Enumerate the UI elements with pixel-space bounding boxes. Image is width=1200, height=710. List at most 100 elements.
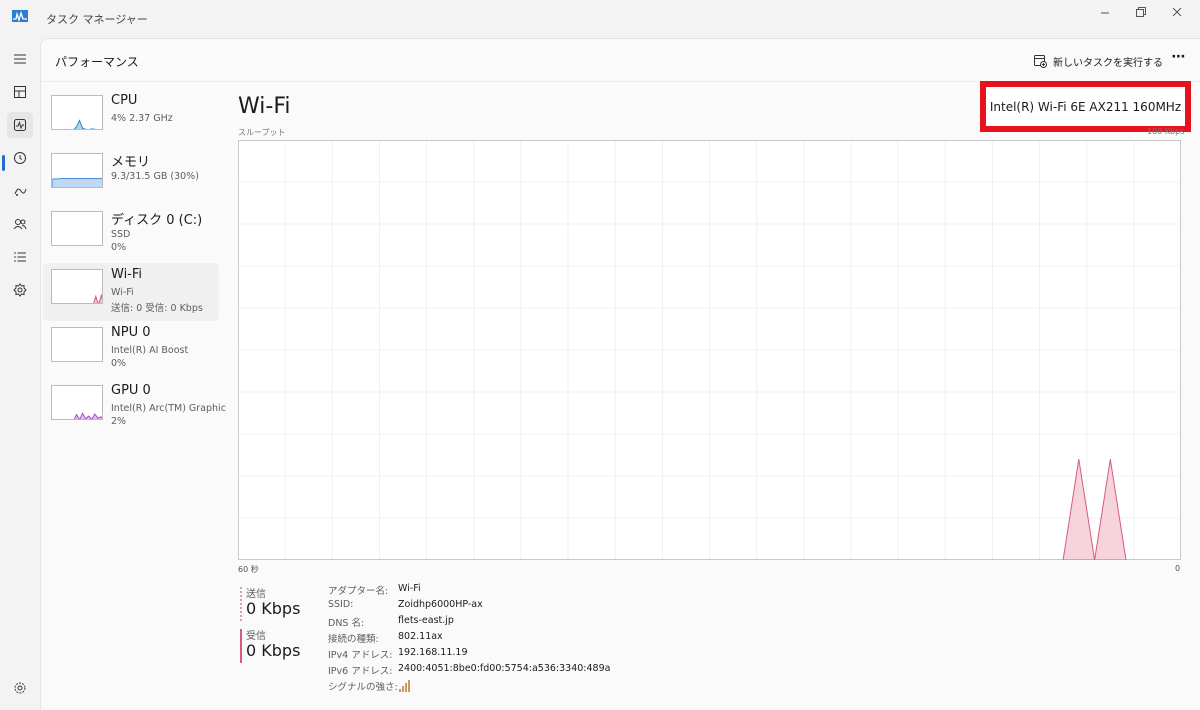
device-name: CPU [111, 93, 138, 108]
nav-app-history[interactable] [7, 145, 33, 171]
nav-performance[interactable] [7, 112, 33, 138]
device-item[interactable]: GPU 0 Intel(R) Arc(TM) Graphic 2% [43, 379, 226, 437]
device-value: 0% [111, 358, 127, 369]
device-name: GPU 0 [111, 383, 151, 398]
close-button[interactable] [1162, 4, 1192, 22]
detail-value: Wi-Fi [398, 583, 421, 594]
device-name: ディスク 0 (C:) [111, 213, 203, 228]
restore-icon [1136, 7, 1146, 17]
receive-value: 0 Kbps [246, 641, 301, 660]
receive-bar [240, 629, 242, 663]
signal-strength-icon [399, 680, 410, 692]
run-task-icon [1034, 55, 1047, 68]
axis-left-label: 60 秒 [238, 565, 259, 574]
run-new-task-button[interactable]: 新しいタスクを実行する [1033, 51, 1163, 71]
device-value: 2% [111, 416, 127, 427]
maximize-button[interactable] [1126, 4, 1156, 22]
window-title: タスク マネージャー [46, 13, 148, 26]
device-subtitle: SSD [111, 229, 131, 240]
nav-services[interactable] [7, 277, 33, 303]
device-item[interactable]: メモリ 9.3/31.5 GB (30%) [43, 147, 219, 205]
menu-icon [14, 54, 26, 64]
minimize-button[interactable] [1090, 4, 1120, 22]
nav-processes[interactable] [7, 79, 33, 105]
device-name: Wi-Fi [111, 267, 143, 282]
device-thumbnail-graph [51, 95, 103, 130]
performance-panel: パフォーマンス 新しいタスクを実行する ⋯ CPU 4% 2.37 GHz メモリ 9… [40, 38, 1200, 710]
thumbnail-series [93, 293, 102, 303]
thumbnail-series [63, 119, 97, 129]
device-thumbnail-graph [51, 269, 103, 304]
throughput-label: スループット [238, 128, 286, 137]
signal-bar [402, 686, 404, 692]
send-bar [240, 587, 242, 621]
title-bar: タスク マネージャー [0, 0, 1200, 38]
app-history-icon [14, 152, 26, 164]
more-options-button[interactable]: ⋯ [1167, 49, 1191, 71]
detail-key: SSID: [328, 599, 354, 610]
detail-key: 接続の種類: [328, 634, 379, 645]
receive-label: 受信 [246, 631, 266, 642]
detail-value: 2400:4051:8be0:fd00:5754:a536:3340:489a [398, 663, 611, 674]
run-task-label: 新しいタスクを実行する [1053, 57, 1163, 69]
detail-value: 802.11ax [398, 631, 443, 642]
detail-value: 192.168.11.19 [398, 647, 468, 658]
device-subtitle: Intel(R) AI Boost [111, 345, 189, 356]
users-icon [13, 219, 27, 230]
active-indicator [2, 155, 5, 171]
device-subtitle: 9.3/31.5 GB (30%) [111, 171, 199, 182]
nav-users[interactable] [7, 211, 33, 237]
adapter-name-highlight: Intel(R) Wi-Fi 6E AX211 160MHz [980, 81, 1191, 132]
page-title: パフォーマンス [55, 55, 139, 69]
minimize-icon [1101, 12, 1109, 14]
startup-apps-icon [14, 188, 27, 196]
detail-key: アダプター名: [328, 586, 389, 597]
device-title: Wi-Fi [238, 94, 291, 119]
device-list: CPU 4% 2.37 GHz メモリ 9.3/31.5 GB (30%) ディスク 0… [43, 89, 226, 437]
thumbnail-series [52, 178, 102, 187]
device-value: 0% [111, 242, 127, 253]
nav-startup-apps[interactable] [7, 178, 33, 204]
details-icon [14, 252, 26, 262]
device-thumbnail-graph [51, 385, 103, 420]
close-icon [1172, 7, 1182, 17]
device-name: NPU 0 [111, 325, 151, 340]
device-item[interactable]: NPU 0 Intel(R) AI Boost 0% [43, 321, 219, 379]
device-subtitle: 4% 2.37 GHz [111, 113, 173, 124]
hamburger-menu-button[interactable] [7, 46, 33, 72]
device-item[interactable]: ディスク 0 (C:) SSD 0% [43, 205, 219, 263]
thumbnail-series [73, 412, 102, 419]
services-icon [13, 283, 27, 297]
device-item[interactable]: CPU 4% 2.37 GHz [43, 89, 219, 147]
signal-bar [408, 680, 410, 692]
settings-button[interactable] [12, 680, 28, 700]
device-name: メモリ [111, 155, 151, 170]
detail-key: IPv6 アドレス: [328, 666, 393, 677]
detail-key: DNS 名: [328, 618, 365, 629]
performance-icon [14, 119, 26, 131]
nav-details[interactable] [7, 244, 33, 270]
device-thumbnail-graph [51, 211, 103, 246]
detail-key: シグナルの強さ: [328, 682, 398, 693]
send-label: 送信 [246, 589, 266, 600]
throughput-graph [238, 140, 1181, 560]
scale-label: 100 Kbps [1147, 127, 1185, 136]
device-item[interactable]: Wi-Fi Wi-Fi 送信: 0 受信: 0 Kbps [43, 263, 219, 321]
processes-icon [14, 86, 26, 98]
device-subtitle: Wi-Fi [111, 287, 134, 298]
adapter-name: Intel(R) Wi-Fi 6E AX211 160MHz [989, 100, 1182, 114]
signal-bar [399, 689, 401, 692]
navigation-rail [0, 38, 40, 710]
device-thumbnail-graph [51, 153, 103, 188]
device-subtitle: Intel(R) Arc(TM) Graphic [111, 403, 226, 414]
detail-key: IPv4 アドレス: [328, 650, 393, 661]
axis-right-label: 0 [1175, 564, 1181, 573]
task-manager-logo-icon [12, 10, 28, 22]
detail-value: Zoidhp6000HP-ax [398, 599, 483, 610]
detail-value: flets-east.jp [398, 615, 454, 626]
settings-icon [14, 682, 26, 694]
device-thumbnail-graph [51, 327, 103, 362]
device-value: 送信: 0 受信: 0 Kbps [111, 303, 203, 314]
signal-bar [405, 683, 407, 692]
send-value: 0 Kbps [246, 599, 301, 618]
